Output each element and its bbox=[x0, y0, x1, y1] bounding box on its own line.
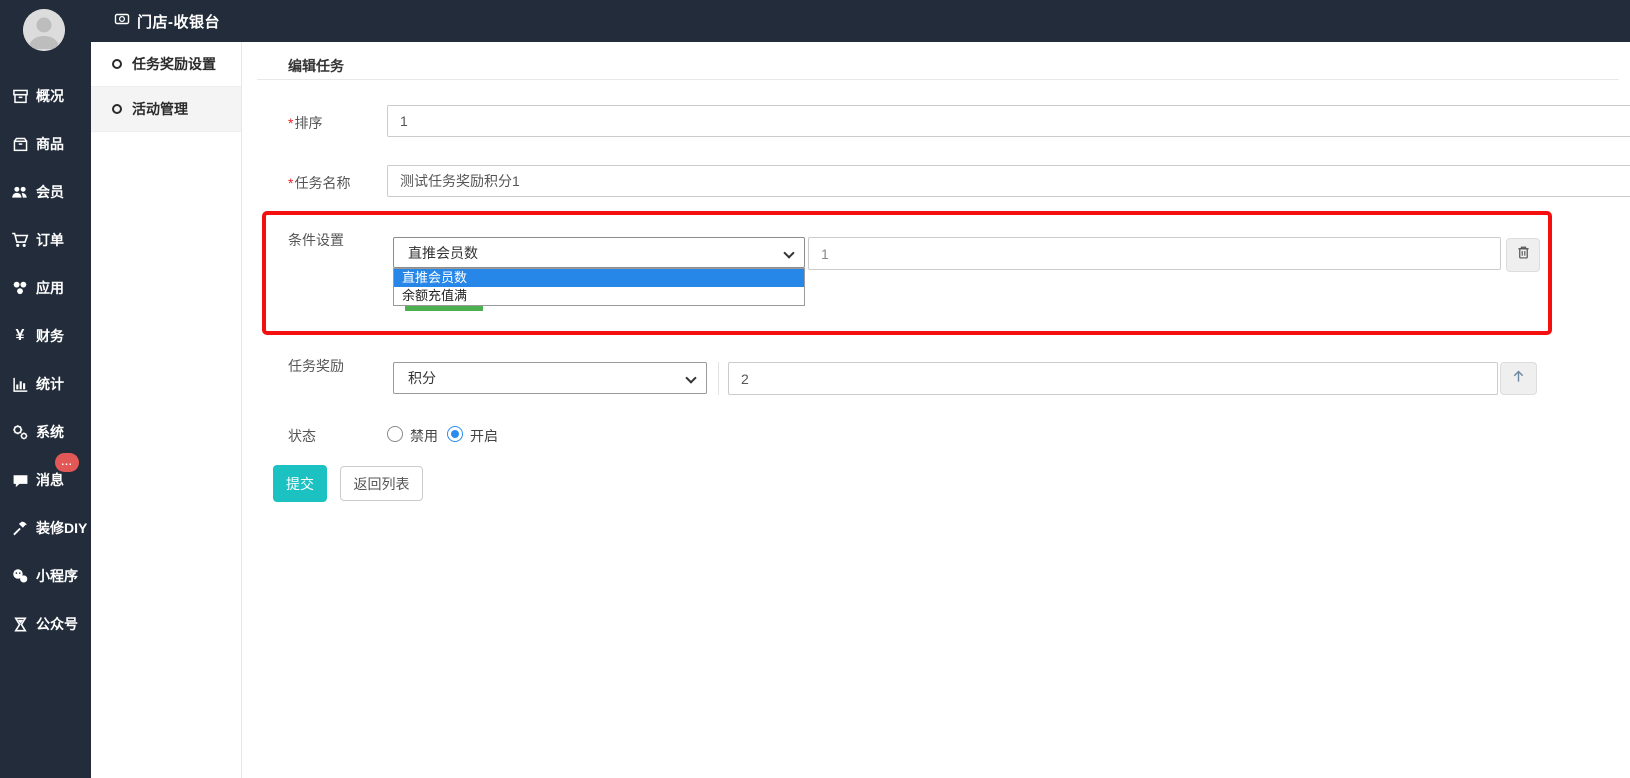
move-up-button[interactable] bbox=[1500, 362, 1537, 395]
status-enabled-label[interactable]: 开启 bbox=[470, 426, 498, 446]
sidebar-item-overview[interactable]: 概况 bbox=[0, 72, 91, 120]
condition-label: 条件设置 bbox=[288, 230, 344, 250]
condition-type-selected-value: 直推会员数 bbox=[408, 243, 478, 263]
wechat-icon bbox=[11, 567, 29, 585]
sidebar-item-goods[interactable]: 商品 bbox=[0, 120, 91, 168]
sort-input[interactable] bbox=[387, 105, 1630, 137]
sidebar-item-diy[interactable]: 装修DIY bbox=[0, 504, 91, 552]
condition-type-select[interactable]: 直推会员数 bbox=[393, 237, 805, 268]
main-content: 编辑任务 *排序 *任务名称 条件设置 直推会员数 直推会员数 余额充值满 任务… bbox=[242, 42, 1630, 778]
dropdown-option-direct-members[interactable]: 直推会员数 bbox=[394, 269, 804, 287]
sidebar-item-orders[interactable]: 订单 bbox=[0, 216, 91, 264]
reward-type-selected-value: 积分 bbox=[408, 368, 436, 388]
primary-sidebar: 概况 商品 会员 订单 应用 ¥ bbox=[0, 0, 91, 778]
trash-icon bbox=[1516, 245, 1531, 265]
message-icon bbox=[11, 471, 29, 489]
avatar[interactable] bbox=[23, 9, 65, 51]
page-title: 编辑任务 bbox=[288, 56, 344, 76]
reward-value-input[interactable] bbox=[728, 362, 1498, 395]
sidebar-item-finance[interactable]: ¥ 财务 bbox=[0, 312, 91, 360]
header-divider bbox=[257, 79, 1619, 80]
status-disabled-radio[interactable] bbox=[387, 426, 403, 442]
required-asterisk: * bbox=[288, 115, 293, 131]
reward-label: 任务奖励 bbox=[288, 356, 344, 376]
cashier-icon bbox=[114, 11, 130, 32]
chevron-down-icon bbox=[685, 372, 696, 383]
condition-type-dropdown: 直推会员数 余额充值满 bbox=[393, 268, 805, 306]
sidebar-item-stats[interactable]: 统计 bbox=[0, 360, 91, 408]
sort-label: *排序 bbox=[288, 113, 322, 133]
cell-divider bbox=[718, 362, 719, 395]
submenu-item-activity-management[interactable]: 活动管理 bbox=[91, 87, 241, 132]
app-title: 门店-收银台 bbox=[137, 11, 220, 32]
submit-button[interactable]: 提交 bbox=[273, 465, 327, 502]
sidebar-item-members[interactable]: 会员 bbox=[0, 168, 91, 216]
sidebar-item-miniprogram[interactable]: 小程序 bbox=[0, 552, 91, 600]
sidebar-item-apps[interactable]: 应用 bbox=[0, 264, 91, 312]
apps-icon bbox=[11, 279, 29, 297]
orders-icon bbox=[11, 231, 29, 249]
sidebar-item-messages[interactable]: 消息 ... bbox=[0, 456, 91, 504]
finance-icon: ¥ bbox=[11, 327, 29, 345]
hammer-icon bbox=[11, 519, 29, 537]
task-name-input[interactable] bbox=[387, 165, 1630, 197]
hourglass-icon bbox=[11, 615, 29, 633]
system-icon bbox=[11, 423, 29, 441]
dropdown-option-balance-recharge[interactable]: 余额充值满 bbox=[394, 287, 804, 305]
add-condition-button-partial[interactable] bbox=[405, 306, 483, 311]
status-label: 状态 bbox=[288, 426, 316, 446]
goods-icon bbox=[11, 135, 29, 153]
arrow-up-icon bbox=[1511, 369, 1526, 389]
status-enabled-radio[interactable] bbox=[447, 426, 463, 442]
overview-icon bbox=[11, 87, 29, 105]
message-count-badge: ... bbox=[55, 453, 79, 472]
chevron-down-icon bbox=[783, 247, 794, 258]
circle-icon bbox=[112, 104, 122, 114]
top-bar: 门店-收银台 bbox=[0, 0, 1630, 42]
sidebar-item-official-account[interactable]: 公众号 bbox=[0, 600, 91, 648]
required-asterisk: * bbox=[288, 175, 293, 191]
members-icon bbox=[11, 183, 29, 201]
delete-condition-button[interactable] bbox=[1506, 238, 1540, 272]
back-to-list-button[interactable]: 返回列表 bbox=[340, 466, 423, 501]
condition-value-input[interactable] bbox=[808, 237, 1501, 270]
submenu-item-task-reward-settings[interactable]: 任务奖励设置 bbox=[91, 42, 241, 87]
sidebar-item-system[interactable]: 系统 bbox=[0, 408, 91, 456]
status-disabled-label[interactable]: 禁用 bbox=[410, 426, 438, 446]
reward-type-select[interactable]: 积分 bbox=[393, 362, 707, 394]
circle-icon bbox=[112, 59, 122, 69]
secondary-sidebar: 任务奖励设置 活动管理 bbox=[91, 42, 242, 778]
primary-nav: 概况 商品 会员 订单 应用 ¥ bbox=[0, 72, 91, 648]
task-name-label: *任务名称 bbox=[288, 173, 350, 193]
stats-icon bbox=[11, 375, 29, 393]
